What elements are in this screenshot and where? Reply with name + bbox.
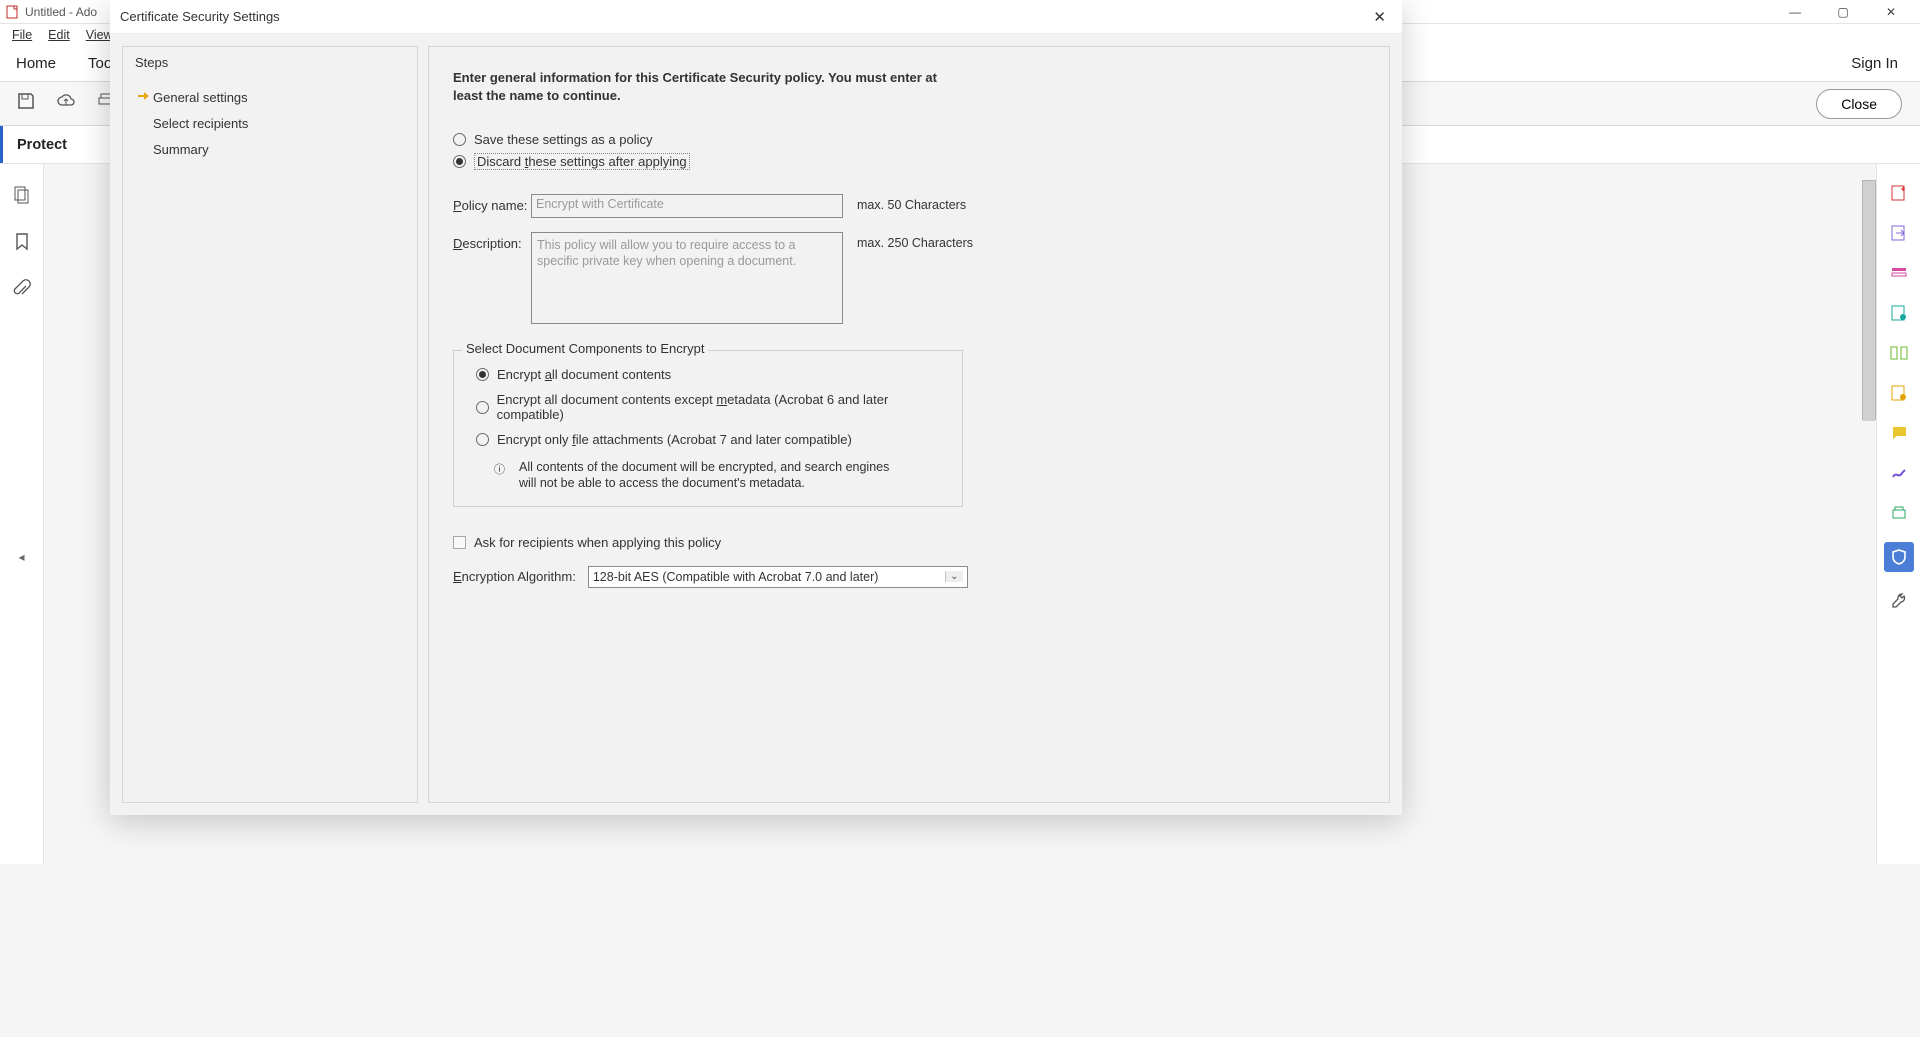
radio-label: Discard these settings after applying <box>474 153 690 170</box>
radio-label: Encrypt only file attachments (Acrobat 7… <box>497 432 852 447</box>
encrypt-components-fieldset: Select Document Components to Encrypt En… <box>453 350 963 507</box>
description-hint: max. 250 Characters <box>857 232 973 250</box>
radio-icon <box>476 401 489 414</box>
chevron-down-icon: ⌄ <box>945 571 963 582</box>
tab-home[interactable]: Home <box>0 46 72 81</box>
encryption-algorithm-label: Encryption Algorithm: <box>453 569 576 584</box>
info-icon: ⓘ <box>494 461 505 492</box>
step-current-arrow-icon <box>137 90 149 105</box>
menu-edit[interactable]: Edit <box>40 26 78 44</box>
right-tool-column <box>1876 164 1920 864</box>
window-maximize-icon[interactable]: ▢ <box>1828 5 1858 19</box>
pdf-file-icon <box>6 5 20 19</box>
step-summary[interactable]: Summary <box>123 136 417 162</box>
menu-file[interactable]: File <box>4 26 40 44</box>
more-tools-icon[interactable] <box>1888 590 1910 612</box>
cloud-upload-icon[interactable] <box>56 91 76 116</box>
checkbox-icon <box>453 536 466 549</box>
checkbox-label: Ask for recipients when applying this po… <box>474 535 721 550</box>
description-textarea[interactable]: This policy will allow you to require ac… <box>531 232 843 324</box>
sign-in-link[interactable]: Sign In <box>1829 55 1920 72</box>
bookmark-icon[interactable] <box>12 231 32 256</box>
radio-icon <box>453 133 466 146</box>
checkbox-ask-recipients[interactable]: Ask for recipients when applying this po… <box>453 535 1365 550</box>
pages-panel-icon[interactable] <box>12 184 32 209</box>
organize-icon[interactable] <box>1888 262 1910 284</box>
dialog-close-icon[interactable]: ✕ <box>1367 8 1392 26</box>
policy-name-label: Policy name: <box>453 194 531 213</box>
document-scrollbar[interactable] <box>1862 180 1876 420</box>
policy-name-hint: max. 50 Characters <box>857 194 966 212</box>
encryption-algorithm-select[interactable]: 128-bit AES (Compatible with Acrobat 7.0… <box>588 566 968 588</box>
export-pdf-icon[interactable] <box>1888 222 1910 244</box>
attachment-icon[interactable] <box>12 278 32 303</box>
radio-label: Encrypt all document contents <box>497 367 671 382</box>
steps-panel: Steps General settings Select recipients… <box>122 46 418 803</box>
compare-icon[interactable] <box>1888 342 1910 364</box>
fill-sign-icon[interactable] <box>1888 462 1910 484</box>
steps-header: Steps <box>123 47 417 84</box>
radio-label: Encrypt all document contents except met… <box>497 392 944 422</box>
radio-encrypt-except-metadata[interactable]: Encrypt all document contents except met… <box>472 392 944 422</box>
left-nav-column: ◂ <box>0 164 44 864</box>
window-title: Untitled - Ado <box>25 5 97 19</box>
description-row: Description: This policy will allow you … <box>453 232 1365 324</box>
policy-name-row: Policy name: Encrypt with Certificate ma… <box>453 194 1365 218</box>
step-general-settings[interactable]: General settings <box>123 84 417 110</box>
radio-icon <box>453 155 466 168</box>
radio-label: Save these settings as a policy <box>474 132 653 147</box>
select-value: 128-bit AES (Compatible with Acrobat 7.0… <box>593 570 879 584</box>
step-label: Select recipients <box>153 116 248 131</box>
save-icon[interactable] <box>16 91 36 116</box>
radio-encrypt-attachments-only[interactable]: Encrypt only file attachments (Acrobat 7… <box>472 432 944 447</box>
edit-pdf-icon[interactable] <box>1888 302 1910 324</box>
encrypt-info-text: All contents of the document will be enc… <box>519 459 899 492</box>
description-label: Description: <box>453 232 531 251</box>
radio-save-as-policy[interactable]: Save these settings as a policy <box>453 132 1365 147</box>
protect-tool-icon[interactable] <box>1884 542 1914 572</box>
close-button[interactable]: Close <box>1816 89 1902 119</box>
step-label: General settings <box>153 90 248 105</box>
fieldset-legend: Select Document Components to Encrypt <box>462 341 708 356</box>
window-close-icon[interactable]: ✕ <box>1876 5 1906 19</box>
collapse-left-panel-icon[interactable]: ◂ <box>18 550 24 564</box>
dialog-intro-text: Enter general information for this Certi… <box>453 69 953 104</box>
certificate-security-dialog: Certificate Security Settings ✕ Steps Ge… <box>110 0 1402 815</box>
encrypt-info-row: ⓘ All contents of the document will be e… <box>472 459 944 492</box>
print-production-icon[interactable] <box>1888 502 1910 524</box>
dialog-content-panel: Enter general information for this Certi… <box>428 46 1390 803</box>
step-label: Summary <box>153 142 209 157</box>
create-pdf-icon[interactable] <box>1888 182 1910 204</box>
radio-encrypt-all[interactable]: Encrypt all document contents <box>472 367 944 382</box>
policy-name-input[interactable]: Encrypt with Certificate <box>531 194 843 218</box>
radio-icon <box>476 368 489 381</box>
step-select-recipients[interactable]: Select recipients <box>123 110 417 136</box>
certificates-icon[interactable] <box>1888 382 1910 404</box>
dialog-title: Certificate Security Settings <box>120 9 280 24</box>
window-minimize-icon[interactable]: — <box>1780 5 1810 19</box>
protect-context-label: Protect <box>3 137 67 153</box>
dialog-titlebar: Certificate Security Settings ✕ <box>110 0 1402 34</box>
radio-icon <box>476 433 489 446</box>
comment-icon[interactable] <box>1888 422 1910 444</box>
encryption-algorithm-row: Encryption Algorithm: 128-bit AES (Compa… <box>453 566 1365 588</box>
radio-discard-after-applying[interactable]: Discard these settings after applying <box>453 153 1365 170</box>
